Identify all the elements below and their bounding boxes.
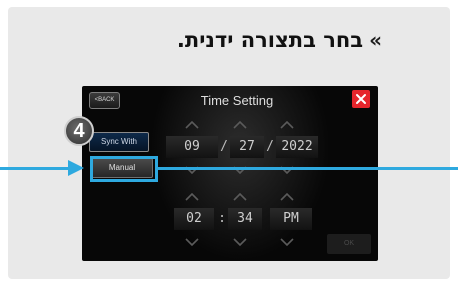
screen-title: Time Setting <box>200 93 274 108</box>
manual-button-highlight <box>90 156 158 182</box>
hour-field[interactable]: 02 <box>174 208 214 230</box>
back-button[interactable]: <BACK <box>89 92 120 109</box>
sync-with-phone-button[interactable]: Sync With Phone <box>89 132 149 164</box>
day-up-chevron-icon[interactable] <box>233 121 247 129</box>
period-field[interactable]: PM <box>270 208 312 230</box>
instruction-heading: »בחר בתצורה ידנית. <box>118 26 382 54</box>
double-chevron-icon: » <box>369 28 382 52</box>
instruction-text: בחר בתצורה ידנית. <box>176 28 364 52</box>
hour-up-chevron-icon[interactable] <box>185 193 199 201</box>
year-up-chevron-icon[interactable] <box>280 121 294 129</box>
callout-line-right <box>158 167 458 170</box>
minute-up-chevron-icon[interactable] <box>233 193 247 201</box>
period-up-chevron-icon[interactable] <box>280 193 294 201</box>
month-field[interactable]: 09 <box>166 136 218 158</box>
step-number-badge: 4 <box>64 116 94 146</box>
minute-down-chevron-icon[interactable] <box>233 238 247 246</box>
month-up-chevron-icon[interactable] <box>185 121 199 129</box>
time-separator: : <box>218 211 226 226</box>
callout-line-left <box>0 167 70 170</box>
close-icon <box>356 94 366 104</box>
callout-arrow <box>68 160 84 176</box>
day-field[interactable]: 27 <box>230 136 264 158</box>
minute-field[interactable]: 34 <box>228 208 262 230</box>
year-field[interactable]: 2022 <box>276 136 318 158</box>
date-separator: / <box>220 139 228 154</box>
ok-button[interactable]: OK <box>327 234 371 254</box>
close-button[interactable] <box>352 90 370 108</box>
date-separator: / <box>266 139 274 154</box>
hour-down-chevron-icon[interactable] <box>185 238 199 246</box>
period-down-chevron-icon[interactable] <box>280 238 294 246</box>
instruction-card: »בחר בתצורה ידנית. <BACK Time Setting Sy… <box>0 0 458 294</box>
